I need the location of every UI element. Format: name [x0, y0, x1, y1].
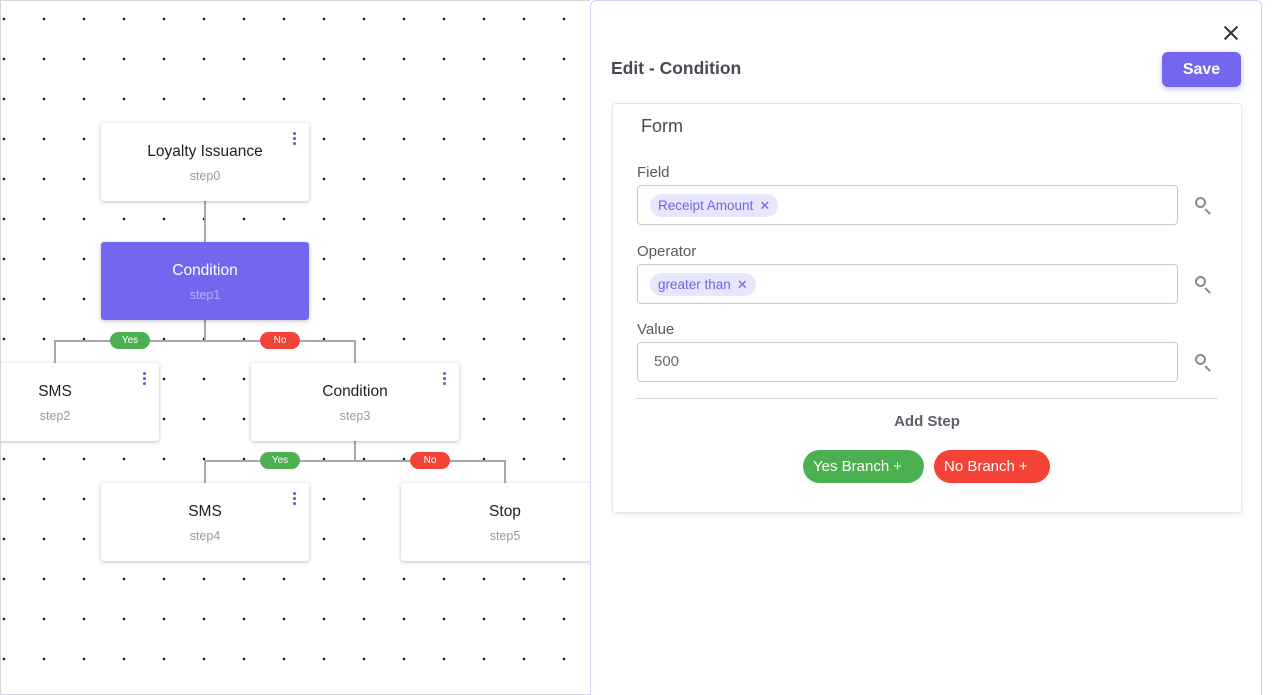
node-step-id: step5 — [489, 529, 521, 543]
node-title: SMS — [38, 383, 72, 400]
node-step-id: step1 — [189, 288, 221, 302]
form-title: Form — [641, 116, 683, 136]
search-icon[interactable] — [1193, 195, 1213, 215]
no-branch-pill[interactable]: No — [410, 452, 450, 469]
operator-label: Operator — [637, 243, 697, 260]
node-stop[interactable]: Stop step5 — [401, 483, 590, 561]
save-button[interactable]: Save — [1162, 52, 1241, 87]
chip-remove-icon[interactable]: ✕ — [737, 277, 748, 292]
chip-remove-icon[interactable]: ✕ — [759, 198, 770, 213]
search-icon[interactable] — [1193, 352, 1213, 372]
add-step-label: Add Step — [894, 413, 960, 430]
node-step-id: step0 — [189, 169, 221, 183]
more-vertical-icon[interactable] — [289, 491, 299, 505]
more-vertical-icon[interactable] — [139, 371, 149, 385]
more-vertical-icon[interactable] — [289, 131, 299, 145]
edge-branch-h2 — [204, 460, 505, 462]
panel-title: Edit - Condition — [611, 58, 742, 78]
edge-to-step3 — [354, 340, 356, 363]
yes-branch-button[interactable]: Yes Branch + — [803, 450, 924, 483]
node-title: Loyalty Issuance — [147, 143, 263, 160]
field-select[interactable]: Receipt Amount ✕ — [637, 185, 1178, 225]
edit-panel: Edit - Condition Save Form Field Receipt… — [590, 0, 1262, 695]
operator-select[interactable]: greater than ✕ — [637, 264, 1178, 304]
no-branch-pill[interactable]: No — [260, 332, 300, 349]
yes-branch-pill[interactable]: Yes — [110, 332, 150, 349]
divider — [636, 398, 1218, 399]
edge-step1-branch — [204, 319, 206, 341]
edge-to-step5 — [504, 460, 506, 483]
edge-step0-step1 — [204, 199, 206, 242]
node-title: Condition — [172, 262, 238, 279]
value-field[interactable] — [637, 342, 1178, 382]
more-vertical-icon[interactable] — [439, 371, 449, 385]
yes-branch-label: Yes Branch — [813, 458, 890, 475]
node-condition-selected[interactable]: Condition step1 — [101, 242, 309, 320]
node-step-id: step3 — [339, 409, 371, 423]
edge-branch-h1 — [54, 340, 355, 342]
node-step-id: step2 — [39, 409, 71, 423]
plus-icon: + — [893, 458, 902, 475]
value-input[interactable] — [654, 353, 1154, 370]
search-icon[interactable] — [1193, 274, 1213, 294]
node-sms[interactable]: SMS step2 — [1, 363, 159, 441]
node-sms[interactable]: SMS step4 — [101, 483, 309, 561]
edge-step3-branch — [354, 439, 356, 461]
node-title: Condition — [322, 383, 388, 400]
close-icon[interactable] — [1221, 23, 1241, 43]
node-loyalty-issuance[interactable]: Loyalty Issuance step0 — [101, 123, 309, 201]
edge-to-step4 — [204, 460, 206, 483]
field-label: Field — [637, 164, 670, 181]
operator-chip: greater than ✕ — [650, 273, 756, 296]
field-chip: Receipt Amount ✕ — [650, 194, 779, 217]
node-title: Stop — [489, 503, 521, 520]
node-condition[interactable]: Condition step3 — [251, 363, 459, 441]
field-chip-label: Receipt Amount — [658, 198, 754, 213]
operator-chip-label: greater than — [658, 277, 731, 292]
no-branch-label: No Branch — [944, 458, 1015, 475]
edge-to-step2 — [54, 340, 56, 363]
node-title: SMS — [188, 503, 222, 520]
flow-canvas[interactable]: Yes No Yes No Loyalty Issuance step0 Con… — [0, 0, 590, 695]
form-card: Form Field Receipt Amount ✕ Operator grea… — [612, 103, 1242, 513]
value-label: Value — [637, 321, 675, 338]
node-step-id: step4 — [189, 529, 221, 543]
no-branch-button[interactable]: No Branch + — [934, 450, 1050, 483]
plus-icon: + — [1018, 458, 1028, 475]
yes-branch-pill[interactable]: Yes — [260, 452, 300, 469]
